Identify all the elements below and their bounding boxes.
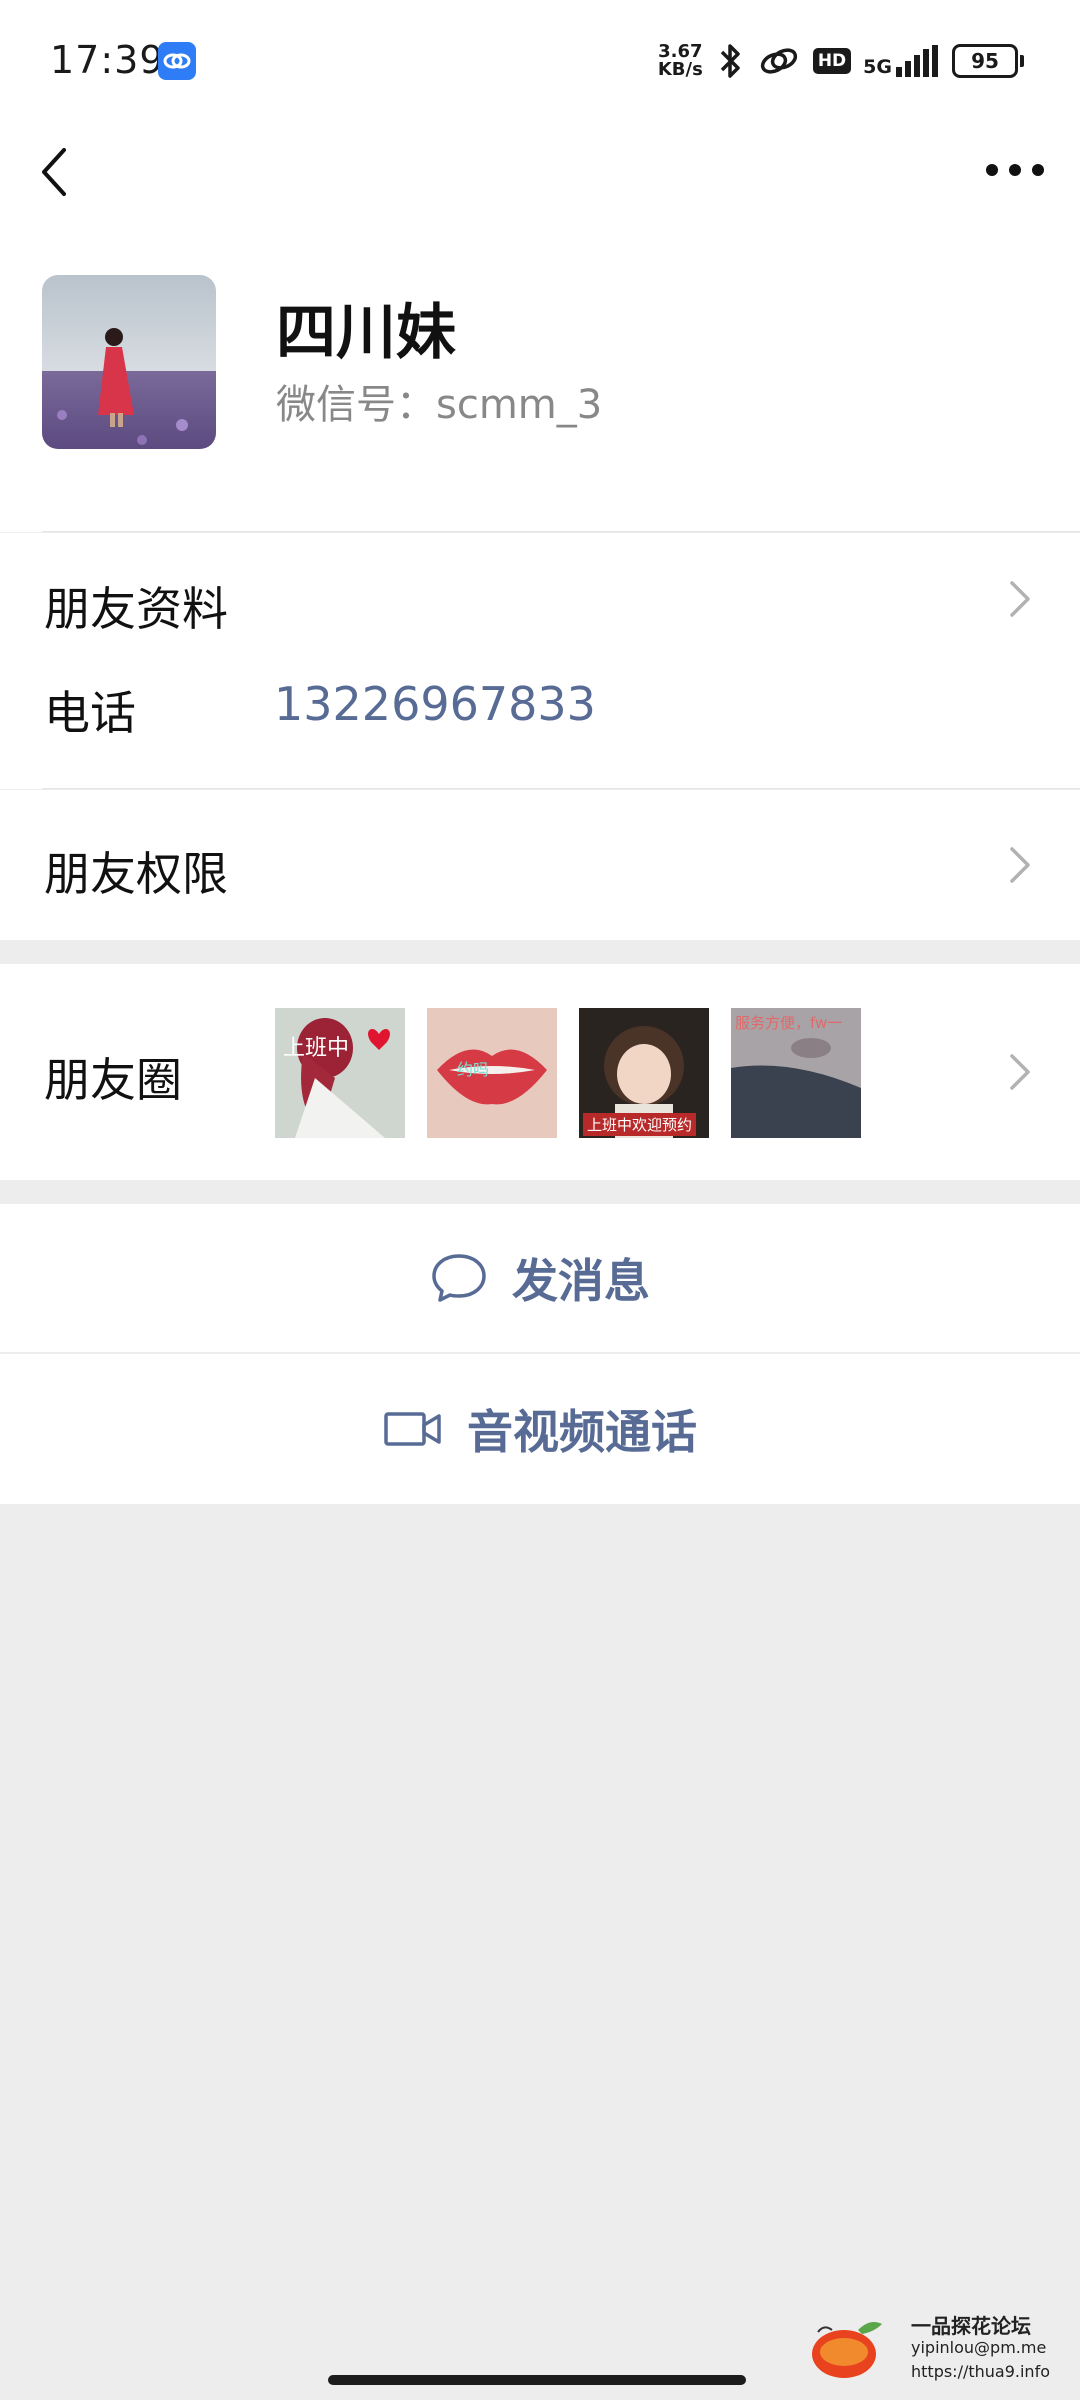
phone-label: 电话 (44, 686, 136, 740)
home-indicator[interactable] (328, 2375, 746, 2385)
link-icon (760, 48, 797, 74)
friend-permissions-label: 朋友权限 (44, 847, 228, 901)
phone-row: 电话 13226967833 (0, 663, 1080, 789)
moments-label: 朋友圈 (44, 1053, 182, 1107)
moments-thumb: 服务方便，fw一 (731, 1008, 861, 1138)
status-bar: 17:39 3.67 KB/s HD 5G 95 (0, 0, 1080, 120)
network-type: 5G (863, 56, 892, 78)
net-speed: 3.67 KB/s (658, 43, 703, 79)
more-button[interactable] (980, 145, 1050, 195)
friend-profile-row[interactable]: 朋友资料 (0, 533, 1080, 663)
nickname: 四川妹 (276, 298, 456, 368)
bluetooth-icon (720, 44, 740, 78)
video-camera-icon (384, 1412, 441, 1446)
thumb-caption: 服务方便，fw一 (735, 1014, 843, 1032)
friend-info-section: 朋友资料 电话 13226967833 (0, 533, 1080, 789)
av-call-content: 音视频通话 (0, 1354, 1080, 1504)
av-call-label: 音视频通话 (467, 1405, 697, 1459)
net-speed-unit: KB/s (657, 59, 703, 80)
thumb-caption: 上班中 (283, 1036, 350, 1061)
hd-badge: HD (812, 48, 852, 74)
status-icons: 3.67 KB/s HD 5G 95 (658, 36, 1024, 86)
watermark: 一品探花论坛 yipinlou@pm.me https://thua9.info (808, 2310, 1068, 2390)
watermark-url: https://thua9.info (911, 2362, 1050, 2381)
back-button[interactable] (30, 140, 90, 200)
forum-logo-icon (812, 2322, 882, 2378)
chevron-right-icon (1010, 847, 1030, 883)
chevron-left-icon (42, 148, 66, 196)
watermark-title: 一品探花论坛 (911, 2314, 1031, 2338)
more-dots-icon (986, 164, 1044, 176)
top-nav (0, 120, 1080, 220)
thumb-caption: 上班中欢迎预约 (583, 1113, 697, 1136)
app-link-icon (158, 42, 196, 80)
status-time: 17:39 (50, 38, 165, 82)
moments-thumb: 约吗 (427, 1008, 557, 1138)
divider (42, 531, 1080, 532)
friend-permissions-row[interactable]: 朋友权限 (0, 790, 1080, 940)
chevron-right-icon (1010, 581, 1030, 617)
chat-bubble-icon (432, 1254, 486, 1302)
signal-icon (896, 45, 938, 77)
moments-thumb: 上班中 (275, 1008, 405, 1138)
watermark-email: yipinlou@pm.me (911, 2338, 1047, 2357)
wechat-id: 微信号：scmm_3 (276, 382, 603, 428)
profile-header: 四川妹 微信号：scmm_3 (0, 220, 1080, 532)
battery-icon: 95 (952, 44, 1024, 78)
avatar[interactable] (42, 275, 216, 449)
send-message-label: 发消息 (512, 1254, 650, 1308)
thumb-caption: 约吗 (457, 1060, 490, 1079)
divider (42, 788, 1080, 789)
send-message-button[interactable]: 发消息 (0, 1204, 1080, 1352)
send-message-content: 发消息 (0, 1204, 1080, 1352)
battery-level: 95 (971, 49, 999, 73)
signal-group: 5G (863, 45, 940, 77)
moments-thumb: 上班中欢迎预约 (579, 1008, 709, 1138)
moments-row[interactable]: 朋友圈 上班中 约吗 上班中欢迎预约 服务方便，fw一 (0, 964, 1080, 1180)
friend-profile-label: 朋友资料 (44, 582, 228, 636)
phone-number[interactable]: 13226967833 (274, 677, 596, 731)
chevron-right-icon (1010, 1054, 1030, 1090)
av-call-button[interactable]: 音视频通话 (0, 1354, 1080, 1504)
